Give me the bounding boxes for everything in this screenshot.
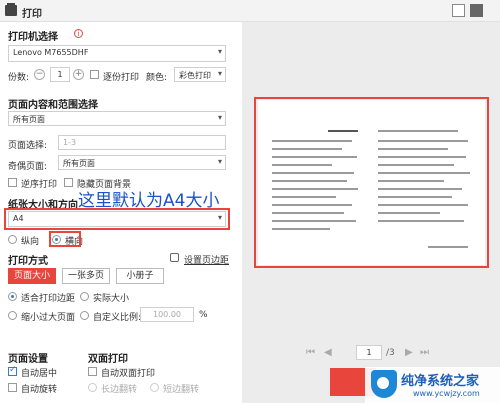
color-select[interactable]: 彩色打印 — [174, 67, 226, 82]
copies-input[interactable]: 1 — [50, 67, 70, 82]
auto-center-checkbox[interactable] — [8, 365, 17, 376]
shrink-radio[interactable] — [8, 311, 17, 320]
custom-scale-radio[interactable] — [80, 311, 89, 320]
auto-center-label: 自动居中 — [21, 369, 58, 379]
mode-page-size-button[interactable]: 页面大小 — [8, 268, 56, 284]
collate-label: 逐份打印 — [103, 73, 140, 83]
printer-select[interactable]: Lenovo M7655DHF — [8, 45, 226, 62]
fit-margin-label: 适合打印边距 — [21, 294, 76, 304]
printer-icon — [5, 3, 17, 16]
shrink-label: 缩小过大页面 — [21, 313, 76, 323]
restore-button[interactable] — [452, 4, 465, 17]
increment-button[interactable]: + — [73, 69, 84, 80]
auto-duplex-checkbox[interactable] — [88, 367, 97, 376]
page-number-input[interactable]: 1 — [356, 345, 382, 360]
page-select-input[interactable]: 1-3 — [58, 135, 226, 150]
mode-multi-page-button[interactable]: 一张多页 — [62, 268, 110, 284]
highlight-box-landscape — [49, 231, 81, 247]
color-label: 颜色: — [146, 73, 168, 83]
highlight-box-preview — [254, 97, 489, 268]
highlight-box-paper — [4, 208, 230, 230]
content-select[interactable]: 所有页面 — [8, 111, 226, 126]
long-edge-radio[interactable] — [88, 383, 97, 392]
watermark-title: 纯净系统之家 — [401, 374, 480, 389]
range-heading: 页面内容和范围选择 — [8, 100, 98, 111]
auto-duplex-label: 自动双面打印 — [101, 369, 156, 379]
mode-heading: 打印方式 — [8, 256, 48, 267]
info-icon[interactable]: i — [74, 29, 83, 38]
watermark: 纯净系统之家 www.ycwjzy.com — [365, 367, 500, 403]
portrait-radio[interactable] — [8, 235, 17, 244]
last-page-icon[interactable]: ⏭ — [420, 347, 429, 358]
odd-even-select[interactable]: 所有页面 — [58, 155, 226, 170]
margin-icon — [170, 253, 179, 262]
reverse-label: 逆序打印 — [21, 180, 58, 190]
hide-background-checkbox[interactable] — [64, 178, 73, 187]
percent-label: % — [199, 310, 208, 320]
short-edge-radio[interactable] — [150, 383, 159, 392]
scale-input[interactable]: 100.00 — [140, 307, 194, 322]
duplex-heading: 双面打印 — [88, 354, 128, 365]
auto-rotate-checkbox[interactable] — [8, 383, 17, 392]
fit-margin-radio[interactable] — [8, 292, 17, 301]
decrement-button[interactable]: − — [34, 69, 45, 80]
margin-link[interactable]: 设置页边距 — [184, 253, 229, 266]
page-total-label: /3 — [386, 348, 395, 358]
watermark-url: www.ycwjzy.com — [413, 389, 480, 398]
long-edge-label: 长边翻转 — [101, 385, 138, 395]
portrait-label: 纵向 — [21, 237, 40, 247]
odd-even-label: 奇偶页面: — [8, 162, 48, 172]
actual-size-radio[interactable] — [80, 292, 89, 301]
next-page-icon[interactable]: ▶ — [405, 347, 413, 358]
short-edge-label: 短边翻转 — [163, 385, 200, 395]
maximize-button[interactable] — [470, 4, 483, 17]
reverse-checkbox[interactable] — [8, 178, 17, 187]
window-title: 打印 — [22, 9, 42, 20]
mode-booklet-button[interactable]: 小册子 — [116, 268, 164, 284]
actual-size-label: 实际大小 — [93, 294, 130, 304]
annotation-text: 这里默认为A4大小 — [78, 191, 220, 211]
page-settings-heading: 页面设置 — [8, 354, 48, 365]
collate-checkbox[interactable] — [90, 70, 99, 79]
page-select-label: 页面选择: — [8, 141, 48, 151]
copies-label: 份数: — [8, 73, 30, 83]
prev-page-icon[interactable]: ◀ — [324, 347, 332, 358]
shield-logo-icon — [371, 370, 397, 398]
printer-heading: 打印机选择 — [8, 32, 58, 43]
first-page-icon[interactable]: ⏮ — [306, 347, 315, 358]
custom-scale-label: 自定义比例: — [93, 313, 142, 323]
auto-rotate-label: 自动旋转 — [21, 385, 58, 395]
title-bar: 打印 — [0, 0, 500, 22]
